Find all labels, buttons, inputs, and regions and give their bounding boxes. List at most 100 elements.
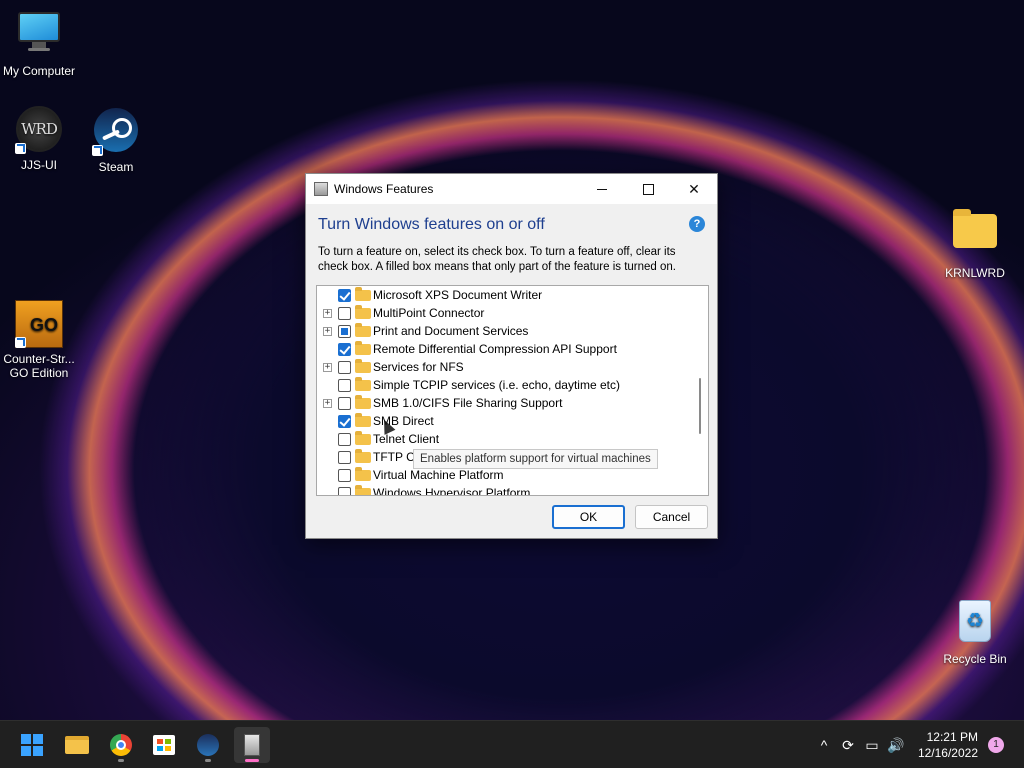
feature-checkbox[interactable] bbox=[338, 342, 351, 356]
jjs-ui-icon: WRD bbox=[15, 106, 63, 154]
feature-row[interactable]: Microsoft XPS Document Writer bbox=[317, 286, 693, 304]
chrome-icon bbox=[110, 734, 132, 756]
windows-features-dialog: Windows Features ✕ Turn Windows features… bbox=[305, 173, 718, 539]
folder-icon bbox=[355, 340, 371, 355]
shortcut-arrow-icon bbox=[15, 337, 26, 348]
steam-icon bbox=[197, 734, 219, 756]
expand-icon[interactable]: + bbox=[323, 398, 332, 408]
feature-row[interactable]: + SMB 1.0/CIFS File Sharing Support bbox=[317, 394, 693, 412]
microsoft-store-icon bbox=[153, 735, 175, 755]
close-button[interactable]: ✕ bbox=[671, 174, 717, 204]
folder-icon bbox=[355, 322, 371, 337]
folder-icon bbox=[355, 448, 371, 463]
shortcut-arrow-icon bbox=[92, 145, 103, 156]
feature-row[interactable]: Remote Differential Compression API Supp… bbox=[317, 340, 693, 358]
cancel-button[interactable]: Cancel bbox=[635, 505, 708, 529]
features-tree[interactable]: Microsoft XPS Document Writer + MultiPoint… bbox=[316, 285, 709, 496]
expand-icon[interactable]: + bbox=[323, 362, 332, 372]
feature-label: Print and Document Services bbox=[373, 324, 529, 338]
feature-checkbox[interactable] bbox=[338, 468, 351, 482]
taskbar: ^ ⟳ ▭ 🔊 12:21 PM 12/16/2022 1 bbox=[0, 720, 1024, 768]
notification-badge[interactable]: 1 bbox=[988, 737, 1004, 753]
folder-icon bbox=[355, 376, 371, 391]
close-icon: ✕ bbox=[688, 180, 700, 197]
folder-icon bbox=[355, 394, 371, 409]
desktop-icon-label: Counter-Str... bbox=[3, 352, 75, 366]
dialog-heading: Turn Windows features on or off bbox=[318, 216, 545, 233]
feature-label: Microsoft XPS Document Writer bbox=[373, 288, 543, 302]
feature-row[interactable]: Simple TCPIP services (i.e. echo, daytim… bbox=[317, 376, 693, 394]
help-icon[interactable]: ? bbox=[689, 216, 705, 232]
window-title: Windows Features bbox=[334, 182, 434, 196]
taskbar-chrome[interactable] bbox=[103, 727, 139, 763]
feature-row[interactable]: SMB Direct bbox=[317, 412, 693, 430]
feature-checkbox[interactable] bbox=[338, 306, 351, 320]
feature-row[interactable]: Windows Hypervisor Platform bbox=[317, 484, 693, 496]
feature-checkbox[interactable] bbox=[338, 486, 351, 495]
ok-button[interactable]: OK bbox=[552, 505, 625, 529]
feature-row[interactable]: + Print and Document Services bbox=[317, 322, 693, 340]
feature-label: Virtual Machine Platform bbox=[373, 468, 504, 482]
feature-checkbox[interactable] bbox=[338, 288, 351, 302]
steam-icon bbox=[92, 108, 140, 156]
folder-icon bbox=[355, 412, 371, 427]
expand-icon[interactable]: + bbox=[323, 308, 332, 318]
desktop-icon-label: My Computer bbox=[2, 64, 76, 78]
show-hidden-icons-chevron-icon[interactable]: ^ bbox=[812, 737, 836, 753]
recycle-bin-icon: ♻ bbox=[951, 600, 999, 648]
maximize-button[interactable] bbox=[625, 174, 671, 204]
feature-checkbox[interactable] bbox=[338, 450, 351, 464]
feature-label: Windows Hypervisor Platform bbox=[373, 486, 531, 496]
folder-icon bbox=[951, 209, 999, 262]
desktop-icon-label: KRNLWRD bbox=[945, 266, 1005, 280]
running-indicator bbox=[118, 759, 124, 762]
feature-checkbox[interactable] bbox=[338, 378, 351, 392]
shortcut-arrow-icon bbox=[15, 143, 26, 154]
folder-icon bbox=[355, 304, 371, 319]
feature-label: Simple TCPIP services (i.e. echo, daytim… bbox=[373, 378, 620, 392]
desktop-icon-my-computer[interactable]: My Computer bbox=[0, 8, 78, 78]
feature-checkbox[interactable] bbox=[338, 396, 351, 410]
feature-row[interactable]: + Services for NFS bbox=[317, 358, 693, 376]
system-tray: ^ ⟳ ▭ 🔊 bbox=[812, 721, 908, 768]
windows-features-icon bbox=[244, 734, 260, 756]
start-button[interactable] bbox=[14, 727, 50, 763]
feature-checkbox[interactable] bbox=[338, 432, 351, 446]
desktop-icon-label: JJS-UI bbox=[21, 158, 57, 172]
feature-checkbox[interactable] bbox=[338, 414, 351, 428]
feature-checkbox[interactable] bbox=[338, 360, 351, 374]
folder-icon bbox=[355, 286, 371, 301]
title-bar[interactable]: Windows Features ✕ bbox=[306, 174, 717, 204]
feature-row[interactable]: Telnet Client bbox=[317, 430, 693, 448]
taskbar-microsoft-store[interactable] bbox=[146, 727, 182, 763]
volume-icon[interactable]: 🔊 bbox=[884, 737, 908, 754]
sync-icon[interactable]: ⟳ bbox=[836, 737, 860, 754]
feature-label: SMB 1.0/CIFS File Sharing Support bbox=[373, 396, 563, 410]
scrollbar-thumb[interactable] bbox=[699, 378, 701, 434]
csgo-icon: GO bbox=[15, 300, 63, 348]
network-icon[interactable]: ▭ bbox=[860, 737, 884, 754]
taskbar-windows-features[interactable] bbox=[234, 727, 270, 763]
folder-icon bbox=[355, 466, 371, 481]
desktop-icon-krnlwrd[interactable]: KRNLWRD bbox=[936, 204, 1014, 280]
minimize-button[interactable] bbox=[579, 174, 625, 204]
desktop-icon-label-line2: GO Edition bbox=[9, 366, 69, 380]
desktop-icon-steam[interactable]: Steam bbox=[77, 106, 155, 174]
taskbar-file-explorer[interactable] bbox=[59, 727, 95, 763]
desktop-icon-csgo[interactable]: GO Counter-Str... GO Edition bbox=[0, 300, 78, 380]
desktop-icon-jjs-ui[interactable]: WRD JJS-UI bbox=[0, 106, 78, 172]
dialog-description: To turn a feature on, select its check b… bbox=[318, 246, 676, 273]
feature-row[interactable]: + MultiPoint Connector bbox=[317, 304, 693, 322]
monitor-icon bbox=[15, 12, 63, 60]
tooltip: Enables platform support for virtual mac… bbox=[413, 449, 658, 469]
feature-label: Telnet Client bbox=[373, 432, 440, 446]
feature-checkbox[interactable] bbox=[338, 324, 351, 338]
feature-label: Services for NFS bbox=[373, 360, 464, 374]
feature-label: Remote Differential Compression API Supp… bbox=[373, 342, 617, 356]
folder-icon bbox=[355, 358, 371, 373]
expand-icon[interactable]: + bbox=[323, 326, 332, 336]
taskbar-steam[interactable] bbox=[190, 727, 226, 763]
desktop-icon-label: Steam bbox=[98, 160, 134, 174]
desktop-icon-recycle-bin[interactable]: ♻ Recycle Bin bbox=[936, 596, 1014, 666]
vertical-scrollbar[interactable] bbox=[692, 286, 708, 495]
